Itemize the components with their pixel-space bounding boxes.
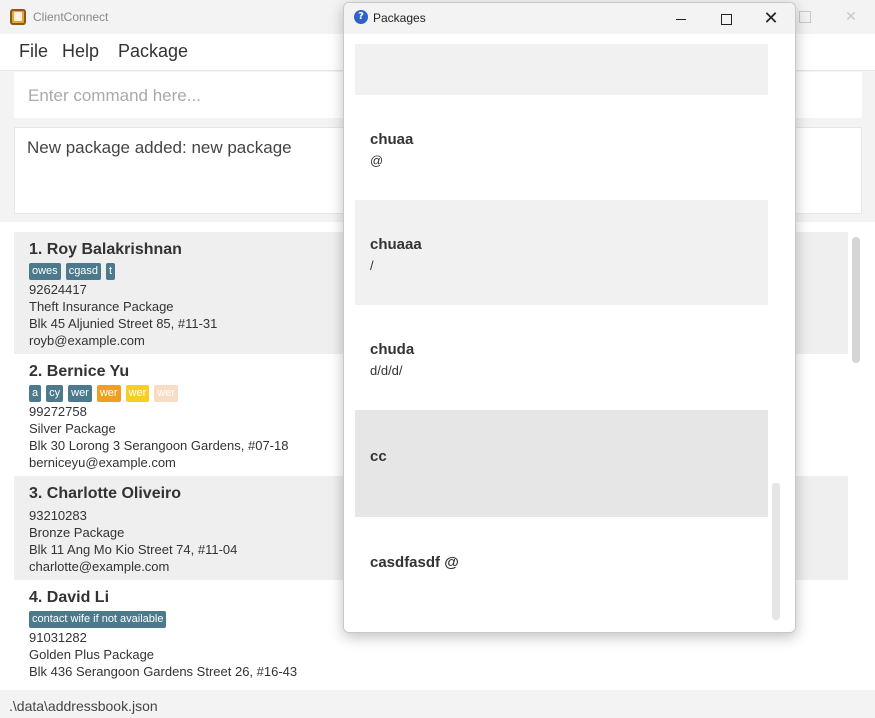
person-list-scrollbar[interactable] <box>852 237 860 363</box>
app-title: ClientConnect <box>33 10 109 24</box>
status-file-path: .\data\addressbook.json <box>9 698 158 714</box>
person-phone: 93210283 <box>29 508 87 523</box>
person-email: charlotte@example.com <box>29 559 170 574</box>
package-list[interactable]: chuaa @ chuaaa / chuda d/d/d/ cc casdfas… <box>344 34 795 632</box>
tag: wer <box>125 385 150 402</box>
tag: wer <box>68 385 92 402</box>
tag: cgasd <box>65 263 102 280</box>
person-phone: 91031282 <box>29 630 87 645</box>
person-name: 4. David Li <box>29 589 110 606</box>
person-address: Blk 11 Ang Mo Kio Street 74, #11-04 <box>29 542 238 557</box>
package-list-scrollbar[interactable] <box>772 483 780 620</box>
package-name: cc <box>370 448 387 465</box>
menu-file[interactable]: File <box>19 41 48 62</box>
person-package: Silver Package <box>29 421 116 436</box>
person-address: Blk 30 Lorong 3 Serangoon Gardens, #07-1… <box>29 438 289 453</box>
package-description: / <box>370 258 374 273</box>
packages-titlebar: ? Packages ✕ <box>344 3 795 34</box>
status-bar: .\data\addressbook.json <box>0 690 875 718</box>
person-email: berniceyu@example.com <box>29 455 176 470</box>
minimize-icon[interactable] <box>669 8 693 30</box>
tag: a <box>29 385 42 402</box>
person-name: 3. Charlotte Oliveiro <box>29 485 182 502</box>
package-card[interactable]: casdfasdf @ <box>355 517 768 622</box>
package-card[interactable]: chuda d/d/d/ <box>355 305 768 410</box>
package-card[interactable]: cc <box>355 410 768 517</box>
person-phone: 92624417 <box>29 282 87 297</box>
package-name: casdfasdf @ <box>370 554 459 571</box>
package-card[interactable]: chuaa @ <box>355 95 768 200</box>
tag: cy <box>46 385 64 402</box>
help-question-icon: ? <box>354 10 368 24</box>
tag: wer <box>154 385 179 402</box>
tag-list: a cy wer wer wer wer <box>29 385 179 402</box>
result-message: New package added: new package <box>27 138 292 157</box>
person-address: Blk 45 Aljunied Street 85, #11-31 <box>29 316 218 331</box>
maximize-icon[interactable] <box>714 8 738 30</box>
packages-window: ? Packages ✕ chuaa @ chuaaa / chuda d/d/… <box>343 2 796 633</box>
package-description: d/d/d/ <box>370 363 403 378</box>
close-icon[interactable]: ✕ <box>759 8 783 30</box>
tag-list: owes cgasd t <box>29 263 116 280</box>
package-card[interactable]: chuaaa / <box>355 200 768 305</box>
person-email: royb@example.com <box>29 333 145 348</box>
packages-title: Packages <box>373 11 426 25</box>
maximize-icon[interactable] <box>794 6 816 28</box>
person-name: 2. Bernice Yu <box>29 363 130 380</box>
menu-help[interactable]: Help <box>62 41 99 62</box>
person-address: Blk 436 Serangoon Gardens Street 26, #16… <box>29 664 298 679</box>
tag: t <box>106 263 116 280</box>
close-icon[interactable]: ✕ <box>840 6 862 28</box>
tag-list: contact wife if not available <box>29 611 167 628</box>
tag: owes <box>29 263 61 280</box>
person-phone: 99272758 <box>29 404 87 419</box>
package-name: chuaaa <box>370 236 422 253</box>
person-package: Theft Insurance Package <box>29 299 174 314</box>
package-name: chuaa <box>370 131 414 148</box>
package-card[interactable] <box>355 44 768 95</box>
menu-package[interactable]: Package <box>118 41 188 62</box>
person-package: Golden Plus Package <box>29 647 155 662</box>
person-name: 1. Roy Balakrishnan <box>29 241 182 258</box>
tag: contact wife if not available <box>29 611 167 628</box>
tag: wer <box>96 385 121 402</box>
package-name: chuda <box>370 341 415 358</box>
package-description: @ <box>370 153 384 168</box>
app-address-book-icon <box>10 9 26 25</box>
person-package: Bronze Package <box>29 525 125 540</box>
